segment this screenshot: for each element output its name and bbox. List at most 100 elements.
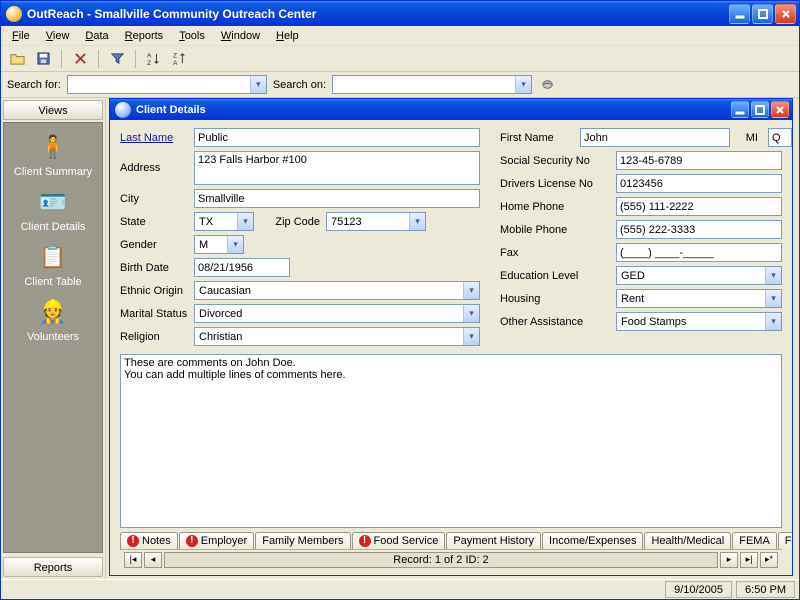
education-select[interactable]: GED [616, 266, 782, 285]
dl-field[interactable] [616, 174, 782, 193]
fax-field[interactable] [616, 243, 782, 262]
nav-new-button[interactable]: ▸* [760, 552, 778, 568]
mobile-phone-field[interactable] [616, 220, 782, 239]
status-date: 9/10/2005 [665, 581, 732, 598]
detail-tabbar: !Notes !Employer Family Members !Food Se… [120, 532, 782, 549]
app-icon [6, 6, 22, 22]
first-name-label[interactable]: First Name [500, 132, 570, 144]
nav-prev-button[interactable]: ◂ [144, 552, 162, 568]
client-details-window: Client Details Last Name First Name [109, 98, 793, 576]
tab-former-address[interactable]: Former Address [778, 532, 792, 549]
sidebar-item-client-summary[interactable]: 🧍 Client Summary [8, 131, 98, 178]
chevron-down-icon[interactable] [250, 76, 266, 93]
first-name-field[interactable] [580, 128, 730, 147]
city-field[interactable] [194, 189, 480, 208]
chevron-down-icon[interactable] [409, 213, 425, 230]
birth-date-field[interactable] [194, 258, 290, 277]
state-label: State [120, 216, 188, 228]
menu-tools[interactable]: Tools [172, 28, 212, 44]
mdi-minimize-button[interactable] [731, 101, 749, 118]
client-window-title: Client Details [136, 104, 731, 116]
chevron-down-icon[interactable] [463, 305, 479, 322]
record-status: Record: 1 of 2 ID: 2 [164, 552, 718, 568]
volunteer-icon: 👷 [37, 296, 69, 328]
comments-field[interactable] [120, 354, 782, 528]
ethnic-select[interactable]: Caucasian [194, 281, 480, 300]
tab-fema[interactable]: FEMA [732, 532, 777, 549]
table-icon: 📋 [37, 241, 69, 273]
mi-field[interactable] [768, 128, 792, 147]
dl-label: Drivers License No [500, 178, 610, 190]
home-phone-field[interactable] [616, 197, 782, 216]
sidebar: Views 🧍 Client Summary 🪪 Client Details … [1, 98, 106, 579]
last-name-field[interactable] [194, 128, 480, 147]
maximize-button[interactable] [752, 4, 773, 24]
state-select[interactable]: TX [194, 212, 254, 231]
tab-notes[interactable]: !Notes [120, 532, 178, 549]
city-label: City [120, 193, 188, 205]
svg-text:A: A [173, 60, 178, 66]
chevron-down-icon[interactable] [765, 290, 781, 307]
open-icon[interactable] [7, 49, 27, 69]
address-field[interactable] [194, 151, 480, 185]
close-button[interactable] [775, 4, 796, 24]
filter-icon[interactable] [107, 49, 127, 69]
tab-payment-history[interactable]: Payment History [446, 532, 541, 549]
gender-select[interactable]: M [194, 235, 244, 254]
nav-next-button[interactable]: ▸ [720, 552, 738, 568]
id-card-icon: 🪪 [37, 186, 69, 218]
sort-desc-icon[interactable]: ZA [170, 49, 190, 69]
chevron-down-icon[interactable] [765, 313, 781, 330]
chevron-down-icon[interactable] [237, 213, 253, 230]
menu-data[interactable]: Data [78, 28, 115, 44]
record-nav: |◂ ◂ Record: 1 of 2 ID: 2 ▸ ▸| ▸* [120, 549, 782, 569]
content-area: Client Details Last Name First Name [106, 98, 799, 579]
chevron-down-icon[interactable] [463, 282, 479, 299]
nav-last-button[interactable]: ▸| [740, 552, 758, 568]
marital-label: Marital Status [120, 308, 188, 320]
nav-first-button[interactable]: |◂ [124, 552, 142, 568]
mi-label: MI [740, 132, 758, 144]
home-phone-label: Home Phone [500, 201, 610, 213]
menu-reports[interactable]: Reports [118, 28, 171, 44]
status-time: 6:50 PM [736, 581, 795, 598]
sidebar-tab-views[interactable]: Views [3, 100, 103, 120]
last-name-label[interactable]: Last Name [120, 132, 188, 144]
mdi-maximize-button[interactable] [751, 101, 769, 118]
window-icon [115, 102, 131, 118]
menu-window[interactable]: Window [214, 28, 267, 44]
menu-file[interactable]: File [5, 28, 37, 44]
sidebar-tab-reports[interactable]: Reports [3, 557, 103, 577]
sidebar-item-client-table[interactable]: 📋 Client Table [8, 241, 98, 288]
religion-select[interactable]: Christian [194, 327, 480, 346]
search-for-input[interactable] [67, 75, 267, 94]
tab-income-expenses[interactable]: Income/Expenses [542, 532, 643, 549]
search-go-icon[interactable] [538, 75, 558, 95]
minimize-button[interactable] [729, 4, 750, 24]
tab-employer[interactable]: !Employer [179, 532, 254, 549]
ssn-field[interactable] [616, 151, 782, 170]
sidebar-item-client-details[interactable]: 🪪 Client Details [8, 186, 98, 233]
delete-icon[interactable] [70, 49, 90, 69]
sort-asc-icon[interactable]: AZ [144, 49, 164, 69]
search-on-input[interactable] [332, 75, 532, 94]
menu-help[interactable]: Help [269, 28, 306, 44]
sidebar-item-volunteers[interactable]: 👷 Volunteers [8, 296, 98, 343]
tab-food-service[interactable]: !Food Service [352, 532, 446, 549]
chevron-down-icon[interactable] [463, 328, 479, 345]
save-icon[interactable] [33, 49, 53, 69]
zip-select[interactable]: 75123 [326, 212, 426, 231]
marital-select[interactable]: Divorced [194, 304, 480, 323]
mdi-close-button[interactable] [771, 101, 789, 118]
alert-icon: ! [359, 535, 371, 547]
assistance-label: Other Assistance [500, 316, 610, 328]
chevron-down-icon[interactable] [227, 236, 243, 253]
chevron-down-icon[interactable] [765, 267, 781, 284]
menu-view[interactable]: View [39, 28, 77, 44]
tab-family-members[interactable]: Family Members [255, 532, 350, 549]
app-titlebar: OutReach - Smallville Community Outreach… [1, 1, 799, 26]
tab-health-medical[interactable]: Health/Medical [644, 532, 731, 549]
chevron-down-icon[interactable] [515, 76, 531, 93]
housing-select[interactable]: Rent [616, 289, 782, 308]
assistance-select[interactable]: Food Stamps [616, 312, 782, 331]
